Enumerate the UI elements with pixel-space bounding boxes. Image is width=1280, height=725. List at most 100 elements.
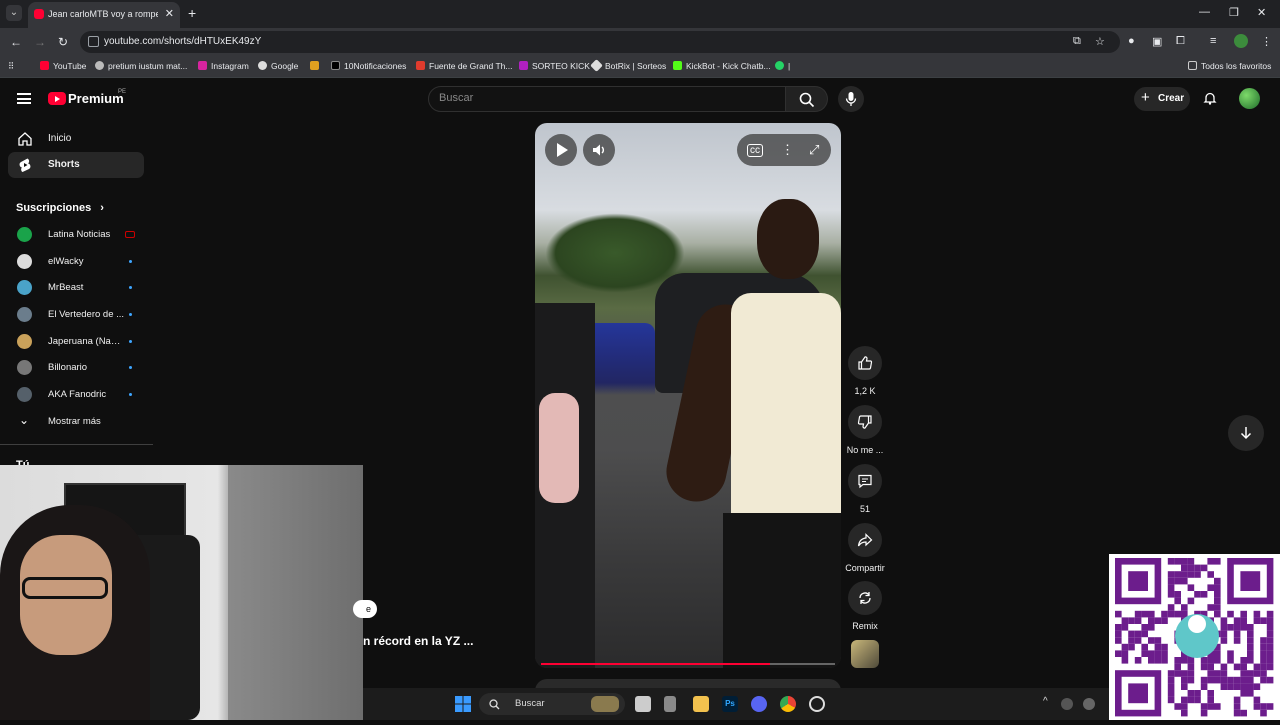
- apps-grid-icon[interactable]: ⠿: [8, 61, 14, 72]
- subscription-item[interactable]: El Vertedero de ...: [8, 304, 144, 326]
- channel-name: MrBeast: [48, 282, 84, 293]
- new-tab-button[interactable]: +: [188, 5, 196, 21]
- tab-search-button[interactable]: ⌄: [6, 5, 22, 21]
- bookmark-pretium[interactable]: pretium iustum mat...: [95, 61, 187, 71]
- create-button[interactable]: + Crear: [1134, 87, 1190, 111]
- bookmark-instagram[interactable]: Instagram: [198, 61, 249, 71]
- tray-icon[interactable]: [1061, 698, 1073, 710]
- sidebar-item-label: Shorts: [48, 159, 80, 170]
- site-info-icon[interactable]: [88, 36, 99, 47]
- extensions-puzzle-icon[interactable]: ⧠: [1176, 35, 1185, 48]
- media-control-icon[interactable]: ≡: [1210, 35, 1216, 47]
- search-input[interactable]: [439, 92, 759, 104]
- app-icon[interactable]: [809, 696, 825, 712]
- voice-search-button[interactable]: [838, 86, 864, 112]
- subscriptions-label: Suscripciones: [16, 202, 92, 214]
- volume-icon: [593, 144, 604, 156]
- sidebar-item-shorts[interactable]: Shorts: [8, 152, 144, 178]
- window-close-icon[interactable]: ✕: [1257, 6, 1266, 19]
- partial-chip[interactable]: e: [353, 600, 377, 618]
- subscription-item[interactable]: Japeruana (Nam...: [8, 331, 144, 353]
- channel-avatar: [17, 227, 32, 242]
- extension-icon[interactable]: ▣: [1152, 35, 1162, 48]
- comments-button-circle[interactable]: [848, 464, 882, 498]
- subscriptions-heading[interactable]: Suscripciones ›: [16, 202, 104, 214]
- file-explorer-icon[interactable]: [693, 696, 709, 712]
- tray-chevron-icon[interactable]: ^: [1043, 696, 1048, 707]
- instagram-icon: [198, 61, 207, 70]
- address-bar[interactable]: youtube.com/shorts/dHTUxEK49zY ⧉ ☆: [80, 31, 1120, 53]
- sound-thumbnail[interactable]: [851, 640, 879, 668]
- back-icon[interactable]: ←: [10, 35, 22, 49]
- bookmark-whatsapp[interactable]: |: [775, 61, 790, 71]
- close-tab-icon[interactable]: ✕: [165, 7, 174, 20]
- like-button-circle[interactable]: [848, 346, 882, 380]
- volume-button[interactable]: [583, 134, 615, 166]
- dislike-button-circle[interactable]: [848, 405, 882, 439]
- notifications-bell-icon[interactable]: [1203, 91, 1217, 105]
- subscription-item[interactable]: AKA Fanodric: [8, 384, 144, 406]
- bookmark-botrix[interactable]: BotRix | Sorteos: [590, 59, 666, 72]
- bookmark-unnamed[interactable]: [310, 61, 323, 71]
- extension-icon[interactable]: ●: [1128, 35, 1135, 47]
- sidebar-divider: [0, 444, 153, 445]
- subscription-item[interactable]: Latina Noticias: [8, 224, 144, 246]
- menu-icon[interactable]: [17, 93, 31, 104]
- dislike-label: No me ...: [846, 445, 884, 455]
- windows-start-icon[interactable]: [455, 696, 471, 712]
- bookmark-youtube[interactable]: YouTube: [40, 61, 86, 71]
- channel-name: Japeruana (Nam...: [48, 336, 126, 347]
- all-bookmarks[interactable]: Todos los favoritos: [1188, 61, 1271, 71]
- search-button[interactable]: [786, 86, 828, 112]
- channel-avatar: [17, 360, 32, 375]
- restore-icon[interactable]: ❐: [1229, 6, 1239, 19]
- bookmark-star-icon[interactable]: ☆: [1095, 35, 1105, 48]
- subscription-item[interactable]: MrBeast: [8, 277, 144, 299]
- logo-text[interactable]: Premium: [68, 91, 124, 106]
- next-short-button[interactable]: [1228, 415, 1264, 451]
- browser-menu-icon[interactable]: ⋮: [1261, 35, 1272, 48]
- more-options-icon[interactable]: ⋮: [781, 142, 794, 158]
- bookmark-kickbot[interactable]: KickBot - Kick Chatb...: [673, 61, 771, 71]
- plus-icon: +: [1141, 89, 1150, 106]
- profile-avatar[interactable]: [1234, 34, 1248, 48]
- youtube-logo-icon[interactable]: [48, 92, 66, 105]
- reload-icon[interactable]: ↻: [58, 35, 68, 49]
- bookmark-label: Fuente de Grand Th...: [429, 61, 513, 71]
- browser-tab-active[interactable]: Jean carloMTB voy a romper un ✕: [28, 2, 180, 28]
- video-scene-shirt: [731, 293, 841, 523]
- account-avatar[interactable]: [1239, 88, 1260, 109]
- taskbar-search[interactable]: Buscar: [479, 693, 625, 715]
- captions-icon[interactable]: cc: [747, 144, 763, 157]
- bookmark-google[interactable]: Google: [258, 61, 298, 71]
- bookmark-x[interactable]: 10Notificaciones: [331, 61, 406, 71]
- discord-icon[interactable]: [751, 696, 767, 712]
- live-icon: [125, 231, 135, 238]
- new-content-dot: [129, 366, 132, 369]
- install-icon[interactable]: ⧉: [1073, 35, 1081, 48]
- arrow-down-icon: [1240, 427, 1252, 440]
- share-icon: [857, 533, 873, 547]
- video-progress-bar[interactable]: [541, 663, 835, 665]
- subscription-item[interactable]: elWacky: [8, 251, 144, 273]
- short-title-snippet[interactable]: n récord en la YZ ...: [363, 634, 473, 648]
- youtube-icon: [40, 61, 49, 70]
- sidebar-item-inicio[interactable]: Inicio: [8, 126, 144, 152]
- minimize-icon[interactable]: —: [1199, 6, 1210, 18]
- remix-button-circle[interactable]: [848, 581, 882, 615]
- subscription-item[interactable]: Billonario: [8, 357, 144, 379]
- share-button-circle[interactable]: [848, 523, 882, 557]
- show-more-button[interactable]: ⌄ Mostrar más: [8, 411, 144, 433]
- fullscreen-icon[interactable]: ⤢: [809, 142, 819, 158]
- task-view-icon[interactable]: [635, 696, 651, 712]
- photoshop-icon[interactable]: Ps: [722, 696, 738, 712]
- tray-icon[interactable]: [1083, 698, 1095, 710]
- chrome-icon[interactable]: [780, 696, 796, 712]
- bookmark-fuente-gta[interactable]: Fuente de Grand Th...: [416, 61, 512, 71]
- short-video-player[interactable]: cc ⋮ ⤢: [535, 123, 841, 668]
- youtube-header: Premium PE + Crear: [0, 80, 1280, 118]
- forward-icon[interactable]: →: [34, 35, 46, 49]
- play-button[interactable]: [545, 134, 577, 166]
- app-icon[interactable]: [664, 696, 676, 712]
- bookmark-sorteo-kick[interactable]: SORTEO KICK: [519, 61, 590, 71]
